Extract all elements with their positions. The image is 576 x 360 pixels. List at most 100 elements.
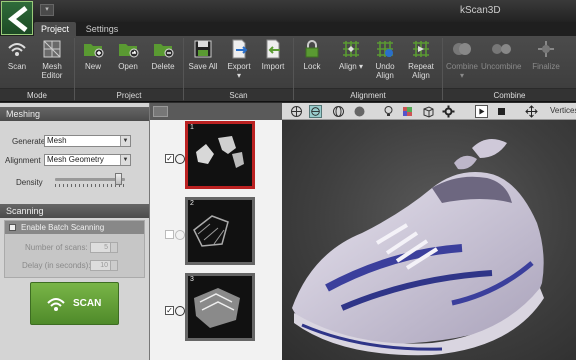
num-scans-value: 5 xyxy=(104,244,108,251)
open-button[interactable]: Open xyxy=(113,38,143,88)
vertices-label[interactable]: Vertices xyxy=(550,106,576,115)
scan-number: 3 xyxy=(190,276,194,283)
tab-project[interactable]: Project xyxy=(34,22,76,36)
cube-icon[interactable] xyxy=(422,105,435,118)
delete-button[interactable]: Delete xyxy=(148,38,178,88)
batch-scanning-checkbox[interactable] xyxy=(9,224,16,231)
export-button[interactable]: Export ▾ xyxy=(224,38,254,88)
camera-icon[interactable] xyxy=(175,306,185,316)
stop-icon[interactable] xyxy=(495,105,508,118)
scan-mode-label: Scan xyxy=(7,62,27,71)
scan-3-preview xyxy=(194,288,240,328)
globe-icon[interactable] xyxy=(290,105,303,118)
solid-sphere-icon[interactable] xyxy=(353,105,366,118)
floppy-disk-icon xyxy=(194,40,212,58)
delete-folder-icon xyxy=(154,44,174,58)
move-arrows-icon[interactable] xyxy=(525,105,538,118)
undo-align-button[interactable]: Undo Align xyxy=(370,38,400,88)
combine-icon xyxy=(453,43,471,55)
group-label-combine: Combine xyxy=(443,88,576,101)
repeat-align-icon xyxy=(413,41,429,57)
lock-button[interactable]: Lock xyxy=(298,38,326,88)
finalize-icon xyxy=(538,41,554,57)
group-label-scan: Scan xyxy=(184,88,293,101)
finalize-label: Finalize xyxy=(532,62,560,71)
new-button[interactable]: New xyxy=(80,38,106,88)
scan-thumbnail-1[interactable]: 1 xyxy=(185,121,255,189)
combine-button[interactable]: Combine ▾ xyxy=(444,38,480,88)
batch-scanning-header[interactable]: Enable Batch Scanning xyxy=(5,221,144,234)
generate-select[interactable]: Mesh ▼ xyxy=(44,135,131,147)
scan-thumbnail-3[interactable]: 3 xyxy=(185,273,255,341)
undo-align-label-1: Undo xyxy=(375,62,395,71)
scan-1-checkbox[interactable]: ✓ xyxy=(165,154,174,163)
group-label-alignment: Alignment xyxy=(294,88,442,101)
batch-scanning-group: Enable Batch Scanning Number of scans: 5… xyxy=(4,220,145,278)
lightbulb-icon[interactable] xyxy=(382,105,395,118)
mesh-editor-button[interactable]: Mesh Editor xyxy=(36,38,68,88)
3d-viewport[interactable] xyxy=(282,103,576,360)
viewport-toolbar: Vertices xyxy=(282,103,576,120)
wifi-scan-icon xyxy=(8,43,26,56)
spinner-arrows-icon[interactable] xyxy=(110,243,117,252)
alignment-select[interactable]: Mesh Geometry ▼ xyxy=(44,154,131,166)
undo-align-label-2: Align xyxy=(376,71,394,80)
combine-dropdown-icon: ▾ xyxy=(459,71,464,80)
globe-texture-icon[interactable] xyxy=(309,105,322,118)
scan-thumbnail-2[interactable]: 2 xyxy=(185,197,255,265)
scanning-section-header: Scanning xyxy=(0,204,149,218)
alignment-label: Alignment xyxy=(5,156,41,165)
open-label: Open xyxy=(118,62,138,71)
color-cube-icon[interactable] xyxy=(401,105,414,118)
spinner-arrows-icon[interactable] xyxy=(110,261,117,270)
scan-1-preview xyxy=(196,136,244,168)
camera-icon[interactable] xyxy=(175,230,185,240)
export-dropdown-icon: ▾ xyxy=(236,71,241,80)
app-logo-button[interactable] xyxy=(1,1,33,35)
image-view-icon[interactable] xyxy=(153,106,168,117)
num-scans-label: Number of scans: xyxy=(25,243,88,252)
wifi-scan-icon xyxy=(47,298,65,311)
tab-settings[interactable]: Settings xyxy=(80,22,124,36)
quick-access-dropdown[interactable]: ▾ xyxy=(40,4,54,16)
combine-label: Combine xyxy=(445,62,478,71)
uncombine-button[interactable]: Uncombine xyxy=(481,38,521,88)
scan-list-panel: ✓ 1 2 ✓ 3 xyxy=(149,103,283,360)
camera-icon[interactable] xyxy=(175,154,185,164)
wireframe-sphere-icon[interactable] xyxy=(332,105,345,118)
ribbon: Scan Mesh Editor Mode New Open Delete Pr… xyxy=(0,36,576,102)
scan-2-preview xyxy=(193,215,229,247)
delay-input[interactable]: 10 xyxy=(90,260,118,271)
num-scans-input[interactable]: 5 xyxy=(90,242,118,253)
delete-label: Delete xyxy=(151,62,175,71)
new-folder-icon xyxy=(84,44,104,58)
delay-label: Delay (in seconds): xyxy=(22,261,91,270)
mesh-icon xyxy=(43,40,61,58)
density-slider-thumb[interactable] xyxy=(115,173,122,185)
scan-number: 2 xyxy=(190,200,194,207)
import-label: Import xyxy=(261,62,285,71)
scan-2-checkbox[interactable] xyxy=(165,230,174,239)
finalize-button[interactable]: Finalize xyxy=(528,38,564,88)
gear-icon[interactable] xyxy=(442,105,455,118)
scan-button[interactable]: SCAN xyxy=(30,282,119,325)
repeat-align-button[interactable]: Repeat Align xyxy=(404,38,438,88)
chevron-down-icon: ▼ xyxy=(120,155,130,165)
align-button[interactable]: Align ▾ xyxy=(336,38,366,88)
generate-value: Mesh xyxy=(47,136,67,145)
save-all-button[interactable]: Save All xyxy=(188,38,218,88)
group-label-project: Project xyxy=(75,88,183,101)
alignment-value: Mesh Geometry xyxy=(47,155,104,164)
import-button[interactable]: Import xyxy=(258,38,288,88)
align-dropdown-icon: ▾ xyxy=(359,62,364,71)
open-folder-icon xyxy=(119,44,139,58)
density-label: Density xyxy=(16,178,43,187)
export-icon xyxy=(232,39,248,59)
delay-value: 10 xyxy=(100,262,108,269)
app-title: kScan3D xyxy=(460,5,501,16)
group-label-mode: Mode xyxy=(0,88,74,101)
scan-mode-button[interactable]: Scan xyxy=(3,38,31,88)
repeat-align-label-2: Align xyxy=(412,71,430,80)
play-icon[interactable] xyxy=(475,105,488,118)
scan-3-checkbox[interactable]: ✓ xyxy=(165,306,174,315)
